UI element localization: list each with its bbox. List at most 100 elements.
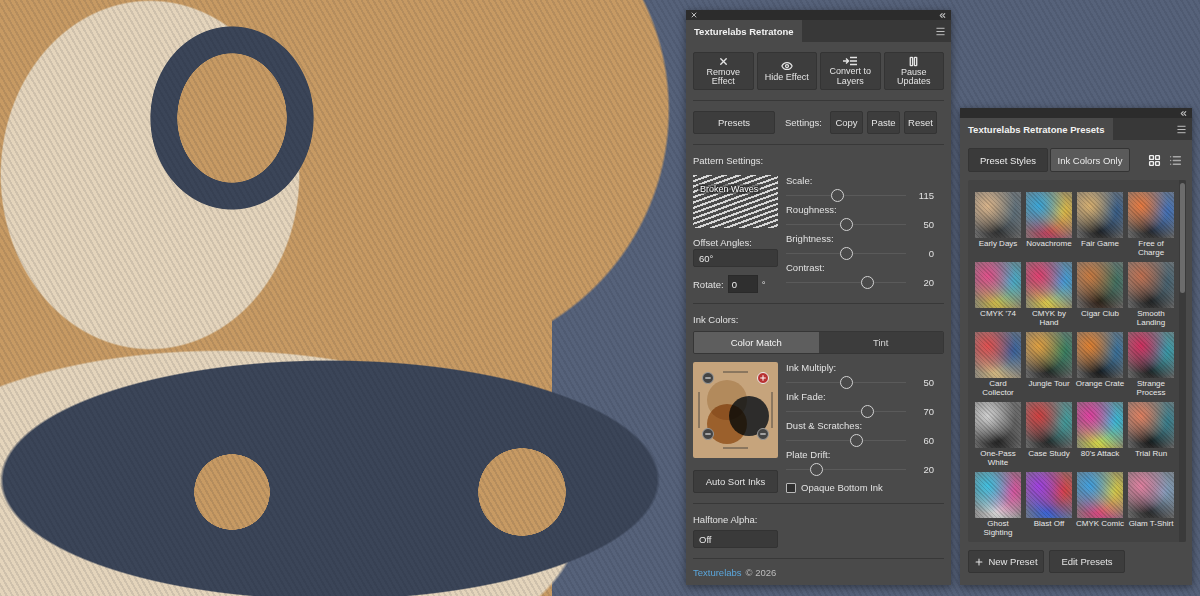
presets-button[interactable]: Presets — [693, 111, 775, 134]
preset-item[interactable]: CMYK Comic — [1075, 472, 1125, 538]
panel-title-strip — [686, 10, 951, 20]
brand-link[interactable]: Texturelabs — [693, 567, 742, 578]
preset-item[interactable]: Strange Process — [1126, 332, 1176, 398]
opaque-checkbox-row[interactable]: Opaque Bottom Ink — [786, 482, 934, 493]
preset-action-button[interactable]: Edit Presets — [1049, 550, 1125, 573]
tool-button[interactable]: Convert to Layers — [820, 52, 881, 90]
slider-knob[interactable] — [810, 463, 823, 476]
tool-button[interactable]: Pause Updates — [884, 52, 945, 90]
preset-item[interactable]: Jungle Tour — [1024, 332, 1074, 398]
slider-label: Ink Fade: — [786, 391, 934, 403]
preset-thumbnail — [975, 402, 1021, 448]
preset-item[interactable]: Trial Run — [1126, 402, 1176, 468]
slider-knob[interactable] — [850, 434, 863, 447]
preset-item[interactable]: 80's Attack — [1075, 402, 1125, 468]
add-ink-button[interactable] — [757, 372, 769, 384]
preset-item[interactable]: Card Collector — [973, 332, 1023, 398]
settings-button[interactable]: Reset — [904, 111, 937, 134]
alpha-select[interactable]: Off — [693, 530, 778, 548]
preset-item[interactable]: CMYK by Hand — [1024, 262, 1074, 328]
remove-ink-button[interactable] — [702, 372, 714, 384]
slider-row: Brightness:0 — [786, 233, 934, 262]
settings-button[interactable]: Copy — [830, 111, 863, 134]
ink-mode-tab[interactable]: Color Match — [694, 332, 819, 353]
slider-track[interactable] — [786, 245, 906, 262]
separator — [693, 144, 944, 145]
ink-sliders: Ink Multiply:50Ink Fade:70Dust & Scratch… — [786, 362, 944, 493]
slider-knob[interactable] — [861, 276, 874, 289]
preset-item[interactable]: Ghost Sighting — [973, 472, 1023, 538]
slider-line: 50 — [786, 216, 934, 233]
preset-item[interactable]: Smooth Landing — [1126, 262, 1176, 328]
minus-icon — [759, 430, 767, 438]
preset-item[interactable]: Blast Off — [1024, 472, 1074, 538]
slider-track[interactable] — [786, 216, 906, 233]
preset-thumbnail — [1128, 402, 1174, 448]
slider-track[interactable] — [786, 187, 906, 204]
collapse-icon[interactable] — [1179, 109, 1188, 118]
preset-item[interactable]: Novachrome — [1024, 192, 1074, 258]
minus-icon — [704, 374, 712, 382]
auto-sort-button[interactable]: Auto Sort Inks — [693, 470, 778, 493]
preset-name: Case Study — [1024, 450, 1074, 459]
remove-icon — [718, 56, 729, 67]
retratone-panel: Texturelabs RetratoneRemove EffectHide E… — [686, 10, 951, 585]
close-icon[interactable] — [690, 11, 698, 19]
tool-button[interactable]: Remove Effect — [693, 52, 754, 90]
preset-item[interactable]: Early Days — [973, 192, 1023, 258]
panel-tab[interactable]: Texturelabs Retratone — [686, 20, 802, 42]
preset-thumbnail — [1026, 402, 1072, 448]
slider-knob[interactable] — [831, 189, 844, 202]
preset-name: Glam T-Shirt — [1126, 520, 1176, 529]
slider-track[interactable] — [786, 403, 906, 420]
slider-knob[interactable] — [840, 247, 853, 260]
panel-tab[interactable]: Texturelabs Retratone Presets — [960, 118, 1113, 140]
preset-item[interactable]: Case Study — [1024, 402, 1074, 468]
panel-menu[interactable] — [1176, 118, 1192, 140]
slider-track[interactable] — [786, 274, 906, 291]
preset-item[interactable]: Free of Charge — [1126, 192, 1176, 258]
rotate-input[interactable]: 0 — [728, 275, 758, 293]
slider-knob[interactable] — [840, 376, 853, 389]
preset-item[interactable]: Cigar Club — [1075, 262, 1125, 328]
remove-ink-button[interactable] — [757, 428, 769, 440]
preset-item[interactable]: One-Pass White — [973, 402, 1023, 468]
offset-select[interactable]: 60° — [693, 249, 778, 267]
slider-track[interactable] — [786, 461, 906, 478]
pattern-thumbnail[interactable]: Broken Waves — [693, 175, 778, 228]
panel-body: Remove EffectHide EffectConvert to Layer… — [686, 42, 951, 585]
filter-button[interactable]: Ink Colors Only — [1050, 148, 1130, 172]
slider-line: 50 — [786, 374, 934, 391]
view-button[interactable] — [1169, 154, 1182, 167]
preset-item[interactable]: Fair Game — [1075, 192, 1125, 258]
preset-thumbnail — [1077, 262, 1123, 308]
slider-value: 70 — [914, 406, 934, 417]
separator — [693, 558, 944, 559]
filter-button[interactable]: Preset Styles — [968, 148, 1048, 172]
scrollbar-thumb[interactable] — [1180, 183, 1185, 293]
preset-name: One-Pass White — [973, 450, 1023, 468]
preset-item[interactable]: CMYK '74 — [973, 262, 1023, 328]
slider-knob[interactable] — [840, 218, 853, 231]
preset-item[interactable]: Orange Crate — [1075, 332, 1125, 398]
tool-button[interactable]: Hide Effect — [757, 52, 818, 90]
preset-action-button[interactable]: New Preset — [968, 550, 1044, 573]
collapse-icon[interactable] — [938, 11, 947, 20]
preset-thumbnail — [975, 192, 1021, 238]
panel-tab-strip: Texturelabs Retratone — [686, 20, 951, 42]
scrollbar[interactable] — [1179, 180, 1186, 542]
preset-item[interactable]: Glam T-Shirt — [1126, 472, 1176, 538]
ink-mode-tab[interactable]: Tint — [819, 332, 944, 353]
view-button[interactable] — [1148, 154, 1161, 167]
slider-track[interactable] — [786, 432, 906, 449]
slider-knob[interactable] — [861, 405, 874, 418]
photoshop-workspace: Texturelabs RetratoneRemove EffectHide E… — [0, 0, 1200, 596]
arrow-icon — [699, 372, 772, 448]
remove-ink-button[interactable] — [702, 428, 714, 440]
settings-button[interactable]: Paste — [867, 111, 900, 134]
panel-menu[interactable] — [935, 20, 951, 42]
checkbox[interactable] — [786, 483, 796, 493]
slider-track[interactable] — [786, 374, 906, 391]
panel-tab-strip: Texturelabs Retratone Presets — [960, 118, 1192, 140]
preset-thumbnail — [1077, 192, 1123, 238]
